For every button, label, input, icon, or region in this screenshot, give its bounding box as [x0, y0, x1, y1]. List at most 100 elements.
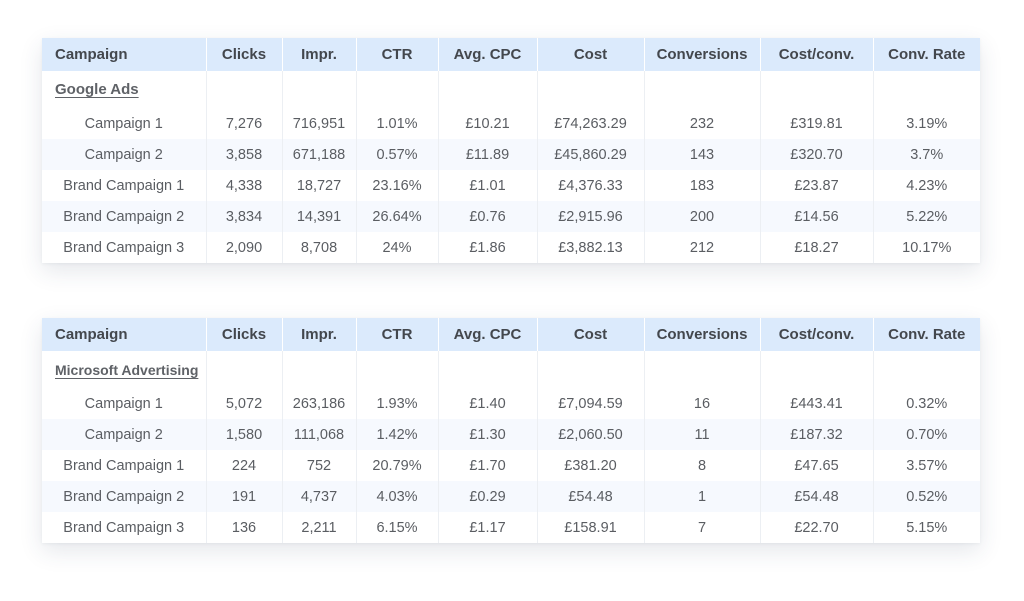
table-row: Campaign 1 7,276 716,951 1.01% £10.21 £74,263…: [42, 108, 980, 139]
cell-conversions: 183: [643, 170, 760, 201]
table-row: Campaign 1 5,072 263,186 1.93% £1.40 £7,094.5…: [42, 388, 980, 419]
cell-conversions: 212: [643, 232, 760, 263]
google-ads-table: Campaign Clicks Impr. CTR Avg. CPC Cost …: [42, 38, 980, 263]
cell-conversion-rate: 4.23%: [872, 170, 980, 201]
cell-cost: £158.91: [536, 512, 644, 543]
cell-clicks: 4,338: [205, 170, 282, 201]
cell-cost: £7,094.59: [536, 388, 644, 419]
cell-campaign: Campaign 1: [42, 388, 206, 419]
cell-cost: £2,060.50: [536, 419, 644, 450]
cell-clicks: 224: [205, 450, 282, 481]
cell-ctr: 26.64%: [355, 201, 438, 232]
cell-conversion-rate: 5.15%: [872, 512, 980, 543]
cell-conversion-rate: 3.7%: [872, 139, 980, 170]
cell-impressions: 4,737: [281, 481, 356, 512]
cell-conversion-rate: 3.19%: [872, 108, 980, 139]
header-ctr: CTR: [355, 318, 438, 351]
cell-ctr: 1.01%: [355, 108, 438, 139]
table-row: Campaign 2 3,858 671,188 0.57% £11.89 £45,860…: [42, 139, 980, 170]
cell-impressions: 263,186: [281, 388, 356, 419]
cell-campaign: Campaign 2: [42, 139, 206, 170]
cell-impressions: 671,188: [281, 139, 356, 170]
cell-conversion-rate: 0.52%: [872, 481, 980, 512]
cell-avg-cpc: £1.01: [437, 170, 537, 201]
cell-avg-cpc: £0.29: [437, 481, 537, 512]
cell-cost: £4,376.33: [536, 170, 644, 201]
cell-avg-cpc: £1.86: [437, 232, 537, 263]
cell-cost-per-conversion: £22.70: [759, 512, 873, 543]
cell-conversion-rate: 10.17%: [872, 232, 980, 263]
cell-cost: £54.48: [536, 481, 644, 512]
cell-avg-cpc: £10.21: [437, 108, 537, 139]
cell-cost-per-conversion: £18.27: [759, 232, 873, 263]
cell-avg-cpc: £1.40: [437, 388, 537, 419]
table-row: Brand Campaign 2 191 4,737 4.03% £0.29 £54.48…: [42, 481, 980, 512]
cell-conversions: 8: [643, 450, 760, 481]
header-conversions: Conversions: [643, 318, 760, 351]
cell-clicks: 136: [205, 512, 282, 543]
header-conversions: Conversions: [643, 38, 760, 71]
cell-conversions: 11: [643, 419, 760, 450]
header-campaign: Campaign: [42, 38, 206, 71]
header-clicks: Clicks: [205, 318, 282, 351]
cell-cost: £381.20: [536, 450, 644, 481]
header-avg-cpc: Avg. CPC: [437, 38, 537, 71]
microsoft-advertising-table: Campaign Clicks Impr. CTR Avg. CPC Cost …: [42, 318, 980, 543]
header-clicks: Clicks: [205, 38, 282, 71]
table-row: Brand Campaign 2 3,834 14,391 26.64% £0.76 £2…: [42, 201, 980, 232]
cell-campaign: Brand Campaign 3: [42, 512, 206, 543]
table-row: Brand Campaign 1 4,338 18,727 23.16% £1.01 £4…: [42, 170, 980, 201]
cell-conversion-rate: 0.70%: [872, 419, 980, 450]
cell-ctr: 0.57%: [355, 139, 438, 170]
header-impressions: Impr.: [281, 318, 356, 351]
cell-conversion-rate: 0.32%: [872, 388, 980, 419]
table-row: Brand Campaign 1 224 752 20.79% £1.70 £381.20…: [42, 450, 980, 481]
cell-cost-per-conversion: £23.87: [759, 170, 873, 201]
cell-clicks: 2,090: [205, 232, 282, 263]
cell-impressions: 2,211: [281, 512, 356, 543]
header-campaign: Campaign: [42, 318, 206, 351]
header-row: Campaign Clicks Impr. CTR Avg. CPC Cost …: [42, 318, 980, 351]
cell-clicks: 5,072: [205, 388, 282, 419]
cell-campaign: Brand Campaign 3: [42, 232, 206, 263]
cell-conversion-rate: 3.57%: [872, 450, 980, 481]
cell-campaign: Brand Campaign 2: [42, 481, 206, 512]
cell-impressions: 111,068: [281, 419, 356, 450]
cell-impressions: 716,951: [281, 108, 356, 139]
group-label: Google Ads: [42, 71, 206, 108]
cell-avg-cpc: £1.17: [437, 512, 537, 543]
cell-cost-per-conversion: £320.70: [759, 139, 873, 170]
microsoft-advertising-table-card: Campaign Clicks Impr. CTR Avg. CPC Cost …: [42, 318, 980, 543]
header-conversion-rate: Conv. Rate: [872, 318, 980, 351]
table-row: Brand Campaign 3 136 2,211 6.15% £1.17 £158.9…: [42, 512, 980, 543]
cell-avg-cpc: £1.30: [437, 419, 537, 450]
cell-clicks: 3,834: [205, 201, 282, 232]
header-impressions: Impr.: [281, 38, 356, 71]
cell-clicks: 7,276: [205, 108, 282, 139]
cell-campaign: Campaign 2: [42, 419, 206, 450]
cell-avg-cpc: £11.89: [437, 139, 537, 170]
cell-conversions: 143: [643, 139, 760, 170]
cell-impressions: 18,727: [281, 170, 356, 201]
header-conversion-rate: Conv. Rate: [872, 38, 980, 71]
cell-conversions: 16: [643, 388, 760, 419]
cell-avg-cpc: £1.70: [437, 450, 537, 481]
cell-ctr: 1.93%: [355, 388, 438, 419]
group-row: Google Ads: [42, 71, 980, 108]
cell-impressions: 14,391: [281, 201, 356, 232]
cell-ctr: 23.16%: [355, 170, 438, 201]
cell-conversions: 7: [643, 512, 760, 543]
header-avg-cpc: Avg. CPC: [437, 318, 537, 351]
cell-cost-per-conversion: £47.65: [759, 450, 873, 481]
cell-cost-per-conversion: £319.81: [759, 108, 873, 139]
header-cost-per-conversion: Cost/conv.: [759, 318, 873, 351]
cell-campaign: Brand Campaign 1: [42, 170, 206, 201]
group-row: Microsoft Advertising: [42, 351, 980, 388]
group-label: Microsoft Advertising: [42, 351, 206, 388]
table-row: Brand Campaign 3 2,090 8,708 24% £1.86 £3,882…: [42, 232, 980, 263]
cell-cost: £45,860.29: [536, 139, 644, 170]
cell-ctr: 6.15%: [355, 512, 438, 543]
cell-cost-per-conversion: £14.56: [759, 201, 873, 232]
cell-cost: £2,915.96: [536, 201, 644, 232]
header-ctr: CTR: [355, 38, 438, 71]
